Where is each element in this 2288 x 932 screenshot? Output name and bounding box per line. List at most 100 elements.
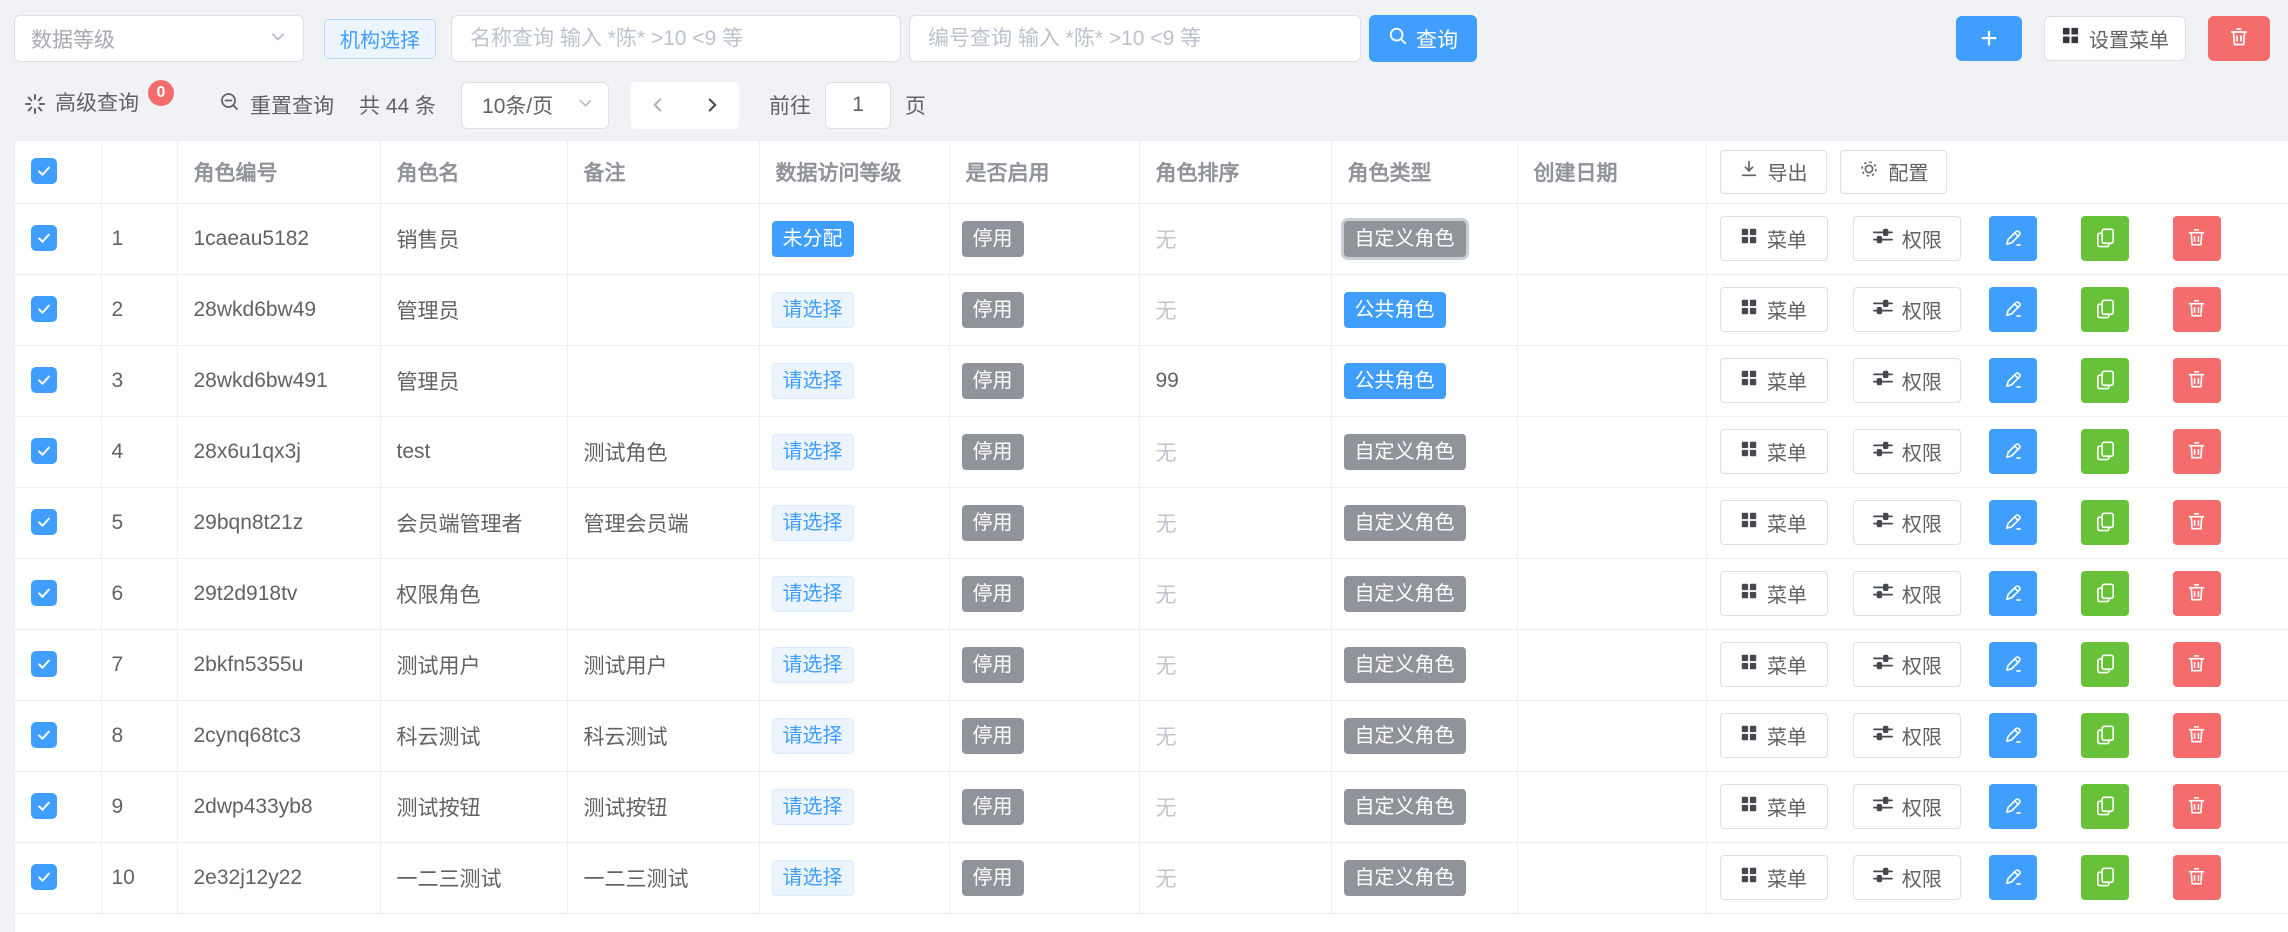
reset-query-button[interactable]: 重置查询: [219, 90, 334, 120]
row-edit-button[interactable]: [1989, 216, 2037, 261]
row-edit-button[interactable]: [1989, 855, 2037, 900]
access-level-tag[interactable]: 请选择: [772, 860, 854, 896]
role-type-tag[interactable]: 公共角色: [1344, 363, 1446, 399]
row-permission-button[interactable]: 权限: [1853, 287, 1961, 332]
row-permission-button[interactable]: 权限: [1853, 642, 1961, 687]
role-type-tag[interactable]: 自定义角色: [1344, 647, 1466, 683]
row-delete-button[interactable]: [2173, 784, 2221, 829]
enabled-toggle-tag[interactable]: 停用: [962, 363, 1024, 399]
row-edit-button[interactable]: [1989, 500, 2037, 545]
row-permission-button[interactable]: 权限: [1853, 500, 1961, 545]
row-edit-button[interactable]: [1989, 358, 2037, 403]
row-permission-button[interactable]: 权限: [1853, 784, 1961, 829]
row-checkbox[interactable]: [31, 651, 57, 677]
enabled-toggle-tag[interactable]: 停用: [962, 221, 1024, 257]
row-menu-button[interactable]: 菜单: [1720, 713, 1828, 758]
row-edit-button[interactable]: [1989, 571, 2037, 616]
row-checkbox[interactable]: [31, 580, 57, 606]
batch-delete-button[interactable]: [2208, 16, 2270, 61]
add-button[interactable]: +: [1956, 16, 2022, 61]
row-checkbox[interactable]: [31, 438, 57, 464]
row-menu-button[interactable]: 菜单: [1720, 571, 1828, 616]
access-level-tag[interactable]: 请选择: [772, 789, 854, 825]
row-menu-button[interactable]: 菜单: [1720, 642, 1828, 687]
access-level-tag[interactable]: 请选择: [772, 292, 854, 328]
role-type-tag[interactable]: 公共角色: [1344, 292, 1446, 328]
row-copy-button[interactable]: [2081, 642, 2129, 687]
row-permission-button[interactable]: 权限: [1853, 713, 1961, 758]
row-checkbox[interactable]: [31, 509, 57, 535]
row-edit-button[interactable]: [1989, 713, 2037, 758]
row-copy-button[interactable]: [2081, 500, 2129, 545]
enabled-toggle-tag[interactable]: 停用: [962, 576, 1024, 612]
next-page-button[interactable]: [701, 94, 723, 116]
access-level-tag[interactable]: 未分配: [772, 221, 854, 257]
role-type-tag[interactable]: 自定义角色: [1344, 434, 1466, 470]
goto-page-input[interactable]: [825, 82, 891, 129]
menu-setup-button[interactable]: 设置菜单: [2044, 16, 2186, 61]
row-copy-button[interactable]: [2081, 216, 2129, 261]
row-delete-button[interactable]: [2173, 429, 2221, 474]
config-button[interactable]: 配置: [1840, 150, 1947, 194]
enabled-toggle-tag[interactable]: 停用: [962, 789, 1024, 825]
row-menu-button[interactable]: 菜单: [1720, 784, 1828, 829]
role-type-tag[interactable]: 自定义角色: [1344, 505, 1466, 541]
org-select-button[interactable]: 机构选择: [324, 19, 436, 59]
row-checkbox[interactable]: [31, 722, 57, 748]
row-copy-button[interactable]: [2081, 429, 2129, 474]
row-menu-button[interactable]: 菜单: [1720, 500, 1828, 545]
row-copy-button[interactable]: [2081, 358, 2129, 403]
prev-page-button[interactable]: [647, 94, 669, 116]
row-copy-button[interactable]: [2081, 713, 2129, 758]
access-level-tag[interactable]: 请选择: [772, 647, 854, 683]
advanced-query-button[interactable]: 高级查询 0: [24, 89, 174, 121]
row-delete-button[interactable]: [2173, 855, 2221, 900]
row-delete-button[interactable]: [2173, 713, 2221, 758]
code-query-input[interactable]: [909, 15, 1361, 62]
access-level-tag[interactable]: 请选择: [772, 576, 854, 612]
data-level-select[interactable]: 数据等级: [14, 15, 304, 62]
row-checkbox[interactable]: [31, 225, 57, 251]
access-level-tag[interactable]: 请选择: [772, 718, 854, 754]
search-button[interactable]: 查询: [1369, 15, 1477, 62]
row-delete-button[interactable]: [2173, 216, 2221, 261]
role-type-tag[interactable]: 自定义角色: [1344, 718, 1466, 754]
row-permission-button[interactable]: 权限: [1853, 358, 1961, 403]
enabled-toggle-tag[interactable]: 停用: [962, 292, 1024, 328]
access-level-tag[interactable]: 请选择: [772, 434, 854, 470]
row-menu-button[interactable]: 菜单: [1720, 287, 1828, 332]
role-type-tag[interactable]: 自定义角色: [1344, 789, 1466, 825]
enabled-toggle-tag[interactable]: 停用: [962, 647, 1024, 683]
row-permission-button[interactable]: 权限: [1853, 429, 1961, 474]
row-delete-button[interactable]: [2173, 358, 2221, 403]
row-edit-button[interactable]: [1989, 784, 2037, 829]
access-level-tag[interactable]: 请选择: [772, 363, 854, 399]
role-type-tag[interactable]: 自定义角色: [1344, 576, 1466, 612]
row-checkbox[interactable]: [31, 793, 57, 819]
row-permission-button[interactable]: 权限: [1853, 216, 1961, 261]
row-copy-button[interactable]: [2081, 784, 2129, 829]
row-menu-button[interactable]: 菜单: [1720, 358, 1828, 403]
row-menu-button[interactable]: 菜单: [1720, 855, 1828, 900]
enabled-toggle-tag[interactable]: 停用: [962, 434, 1024, 470]
row-checkbox[interactable]: [31, 864, 57, 890]
row-edit-button[interactable]: [1989, 287, 2037, 332]
role-type-tag[interactable]: 自定义角色: [1344, 221, 1466, 257]
row-menu-button[interactable]: 菜单: [1720, 216, 1828, 261]
name-query-input[interactable]: [451, 15, 901, 62]
row-delete-button[interactable]: [2173, 287, 2221, 332]
enabled-toggle-tag[interactable]: 停用: [962, 860, 1024, 896]
row-checkbox[interactable]: [31, 296, 57, 322]
row-edit-button[interactable]: [1989, 642, 2037, 687]
row-copy-button[interactable]: [2081, 571, 2129, 616]
row-delete-button[interactable]: [2173, 642, 2221, 687]
enabled-toggle-tag[interactable]: 停用: [962, 505, 1024, 541]
row-delete-button[interactable]: [2173, 500, 2221, 545]
row-edit-button[interactable]: [1989, 429, 2037, 474]
select-all-checkbox[interactable]: [31, 158, 57, 184]
export-button[interactable]: 导出: [1720, 150, 1827, 194]
role-type-tag[interactable]: 自定义角色: [1344, 860, 1466, 896]
row-permission-button[interactable]: 权限: [1853, 571, 1961, 616]
row-menu-button[interactable]: 菜单: [1720, 429, 1828, 474]
enabled-toggle-tag[interactable]: 停用: [962, 718, 1024, 754]
